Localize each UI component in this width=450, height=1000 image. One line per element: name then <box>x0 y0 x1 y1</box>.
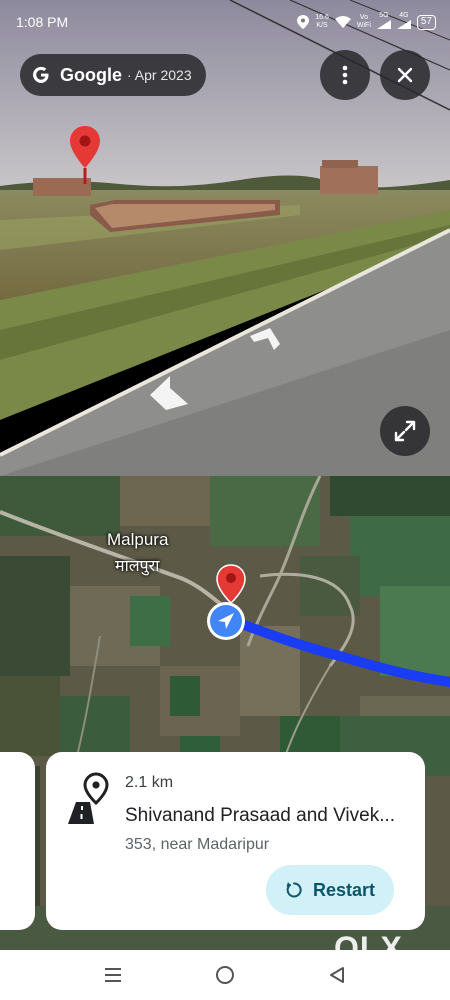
signal-4g-label: 4G <box>399 12 409 19</box>
signal-icon <box>376 20 391 29</box>
expand-icon <box>394 420 416 442</box>
street-view-source-pill[interactable]: Google · Apr 2023 <box>20 54 206 96</box>
recents-button[interactable] <box>100 962 126 988</box>
directions-pin-icon <box>68 772 109 824</box>
status-time: 1:08 PM <box>16 14 69 30</box>
route-pin-icon <box>216 564 246 604</box>
close-button[interactable] <box>380 50 430 100</box>
signal-4g: 4G <box>396 12 411 32</box>
location-status-icon <box>297 15 310 29</box>
speed-unit: K/S <box>316 22 328 29</box>
home-icon <box>216 966 234 984</box>
previous-card[interactable] <box>0 752 35 930</box>
wifi-icon <box>334 16 351 28</box>
map-place-label-hindi: मालपुरा <box>115 558 160 575</box>
status-icons: 16.6 K/S Vo WiFi 5G 4G 57 <box>297 12 436 32</box>
restart-icon <box>286 882 302 898</box>
map-place-label: Malpura <box>107 530 169 549</box>
close-icon <box>397 67 413 83</box>
street-view-panorama[interactable]: 1:08 PM 16.6 K/S Vo WiFi 5G 4G 57 Google… <box>0 0 450 476</box>
back-icon <box>330 967 344 983</box>
imagery-date: · Apr 2023 <box>127 67 192 83</box>
google-g-icon <box>33 66 49 83</box>
signal-5g: 5G <box>376 12 391 32</box>
google-brand-label: Google <box>60 64 122 85</box>
recents-icon <box>105 968 121 982</box>
back-button[interactable] <box>324 962 350 988</box>
screen: 1:08 PM 16.6 K/S Vo WiFi 5G 4G 57 Google… <box>0 0 450 1000</box>
vowifi-bottom: WiFi <box>356 22 371 29</box>
signal-5g-label: 5G <box>379 12 389 19</box>
status-bar: 1:08 PM 16.6 K/S Vo WiFi 5G 4G 57 <box>0 0 450 44</box>
battery-indicator: 57 <box>416 14 436 30</box>
route-distance: 2.1 km <box>125 774 174 791</box>
more-options-button[interactable] <box>320 50 370 100</box>
signal-icon-2 <box>396 20 411 29</box>
location-pin-icon <box>70 126 100 184</box>
navigation-arrow-icon <box>207 602 245 640</box>
more-vert-icon <box>342 65 348 85</box>
speed-indicator: 16.6 K/S <box>315 14 329 30</box>
expand-button[interactable] <box>380 406 430 456</box>
system-nav-bar <box>0 950 450 1000</box>
home-button[interactable] <box>212 962 238 988</box>
restart-button[interactable]: Restart <box>266 865 394 915</box>
vowifi-top: Vo <box>359 14 368 21</box>
route-info-card[interactable]: 2.1 km Shivanand Prasaad and Vivek... 35… <box>46 752 425 930</box>
place-title: Shivanand Prasaad and Vivek... <box>125 805 396 826</box>
restart-label: Restart <box>312 879 376 900</box>
speed-value: 16.6 <box>315 14 329 21</box>
place-address: 353, near Madaripur <box>125 836 270 853</box>
vowifi-indicator: Vo WiFi <box>357 14 371 30</box>
